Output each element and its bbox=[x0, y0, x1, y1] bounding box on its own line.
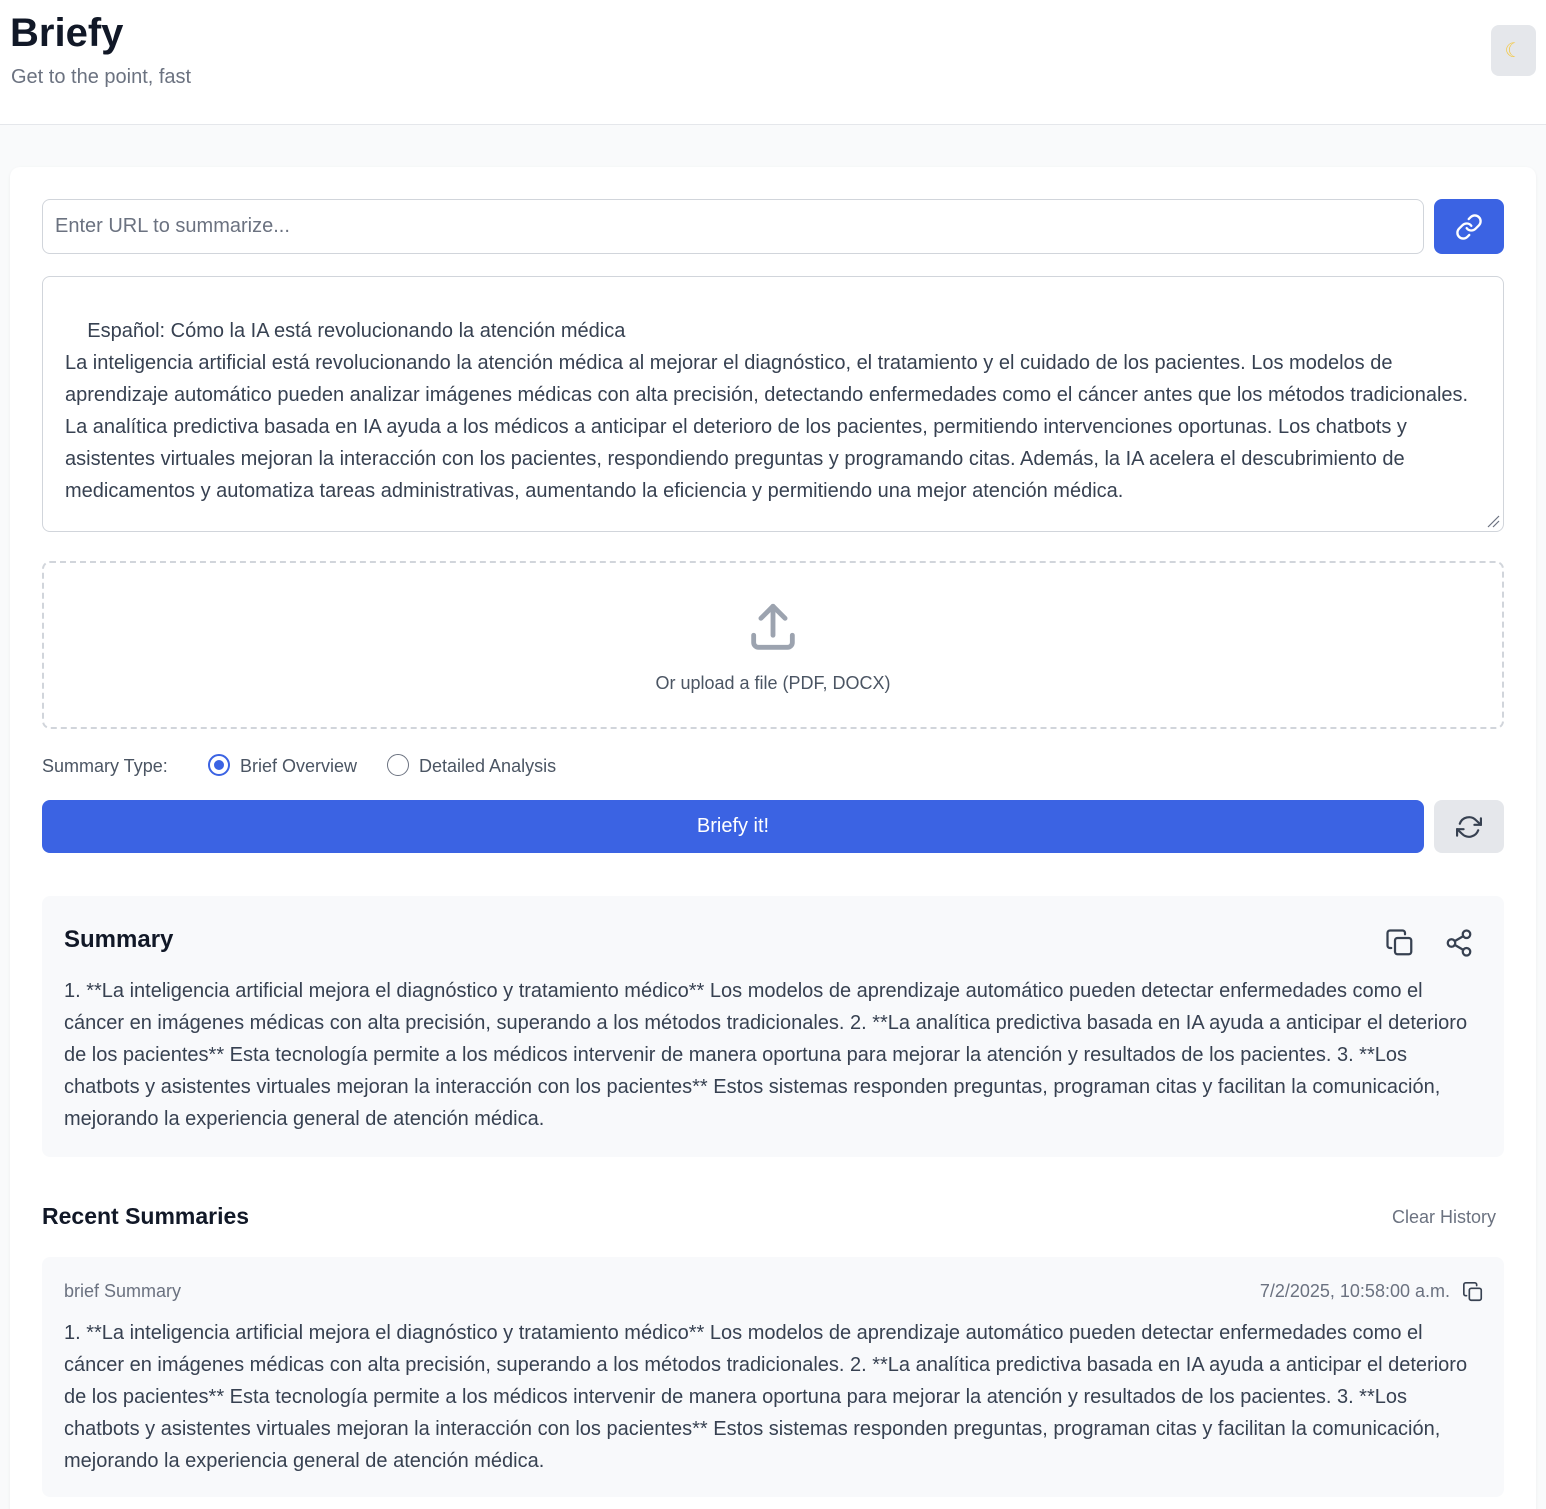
upload-icon bbox=[751, 603, 795, 650]
app-subtitle: Get to the point, fast bbox=[11, 66, 192, 88]
resize-handle-icon[interactable] bbox=[1486, 514, 1500, 528]
app-title: Briefy bbox=[10, 11, 124, 55]
history-item: brief Summary 7/2/2025, 10:58:00 a.m. 1.… bbox=[42, 1257, 1504, 1497]
theme-toggle-button[interactable]: ☾ bbox=[1491, 25, 1536, 76]
fetch-url-button[interactable] bbox=[1434, 199, 1504, 254]
radio-detailed-analysis[interactable] bbox=[387, 754, 409, 776]
summary-panel: Summary 1. **La inteligencia artificial … bbox=[42, 896, 1504, 1157]
summary-title: Summary bbox=[64, 926, 174, 953]
summary-text: 1. **La inteligencia artificial mejora e… bbox=[64, 980, 1468, 1130]
text-input-area[interactable]: Español: Cómo la IA está revolucionando … bbox=[42, 276, 1504, 532]
file-dropzone[interactable]: Or upload a file (PDF, DOCX) bbox=[42, 561, 1504, 729]
radio-detailed-analysis-label[interactable]: Detailed Analysis bbox=[419, 754, 556, 778]
main-card: Español: Cómo la IA está revolucionando … bbox=[10, 167, 1536, 1509]
copy-icon[interactable] bbox=[1385, 928, 1415, 958]
app-header: Briefy Get to the point, fast ☾ bbox=[0, 0, 1546, 125]
history-item-date: 7/2/2025, 10:58:00 a.m. bbox=[1259, 1281, 1450, 1301]
url-input[interactable] bbox=[42, 199, 1424, 254]
moon-icon: ☾ bbox=[1504, 40, 1523, 62]
radio-brief-overview-label[interactable]: Brief Overview bbox=[240, 754, 357, 778]
upload-label: Or upload a file (PDF, DOCX) bbox=[655, 673, 891, 693]
text-input-value: Español: Cómo la IA está revolucionando … bbox=[65, 320, 1469, 502]
history-item-text: 1. **La inteligencia artificial mejora e… bbox=[64, 1322, 1468, 1472]
share-icon[interactable] bbox=[1444, 928, 1474, 958]
refresh-icon bbox=[1456, 815, 1482, 838]
briefy-it-button[interactable]: Briefy it! bbox=[42, 800, 1424, 853]
history-item-type: brief Summary bbox=[64, 1281, 182, 1301]
refresh-button[interactable] bbox=[1434, 800, 1504, 853]
radio-brief-overview[interactable] bbox=[208, 754, 230, 776]
summary-type-label: Summary Type: bbox=[42, 756, 168, 776]
recent-summaries-title: Recent Summaries bbox=[42, 1203, 250, 1229]
clear-history-button[interactable]: Clear History bbox=[1392, 1207, 1496, 1228]
link-icon bbox=[1456, 213, 1482, 240]
copy-icon[interactable] bbox=[1462, 1281, 1484, 1303]
